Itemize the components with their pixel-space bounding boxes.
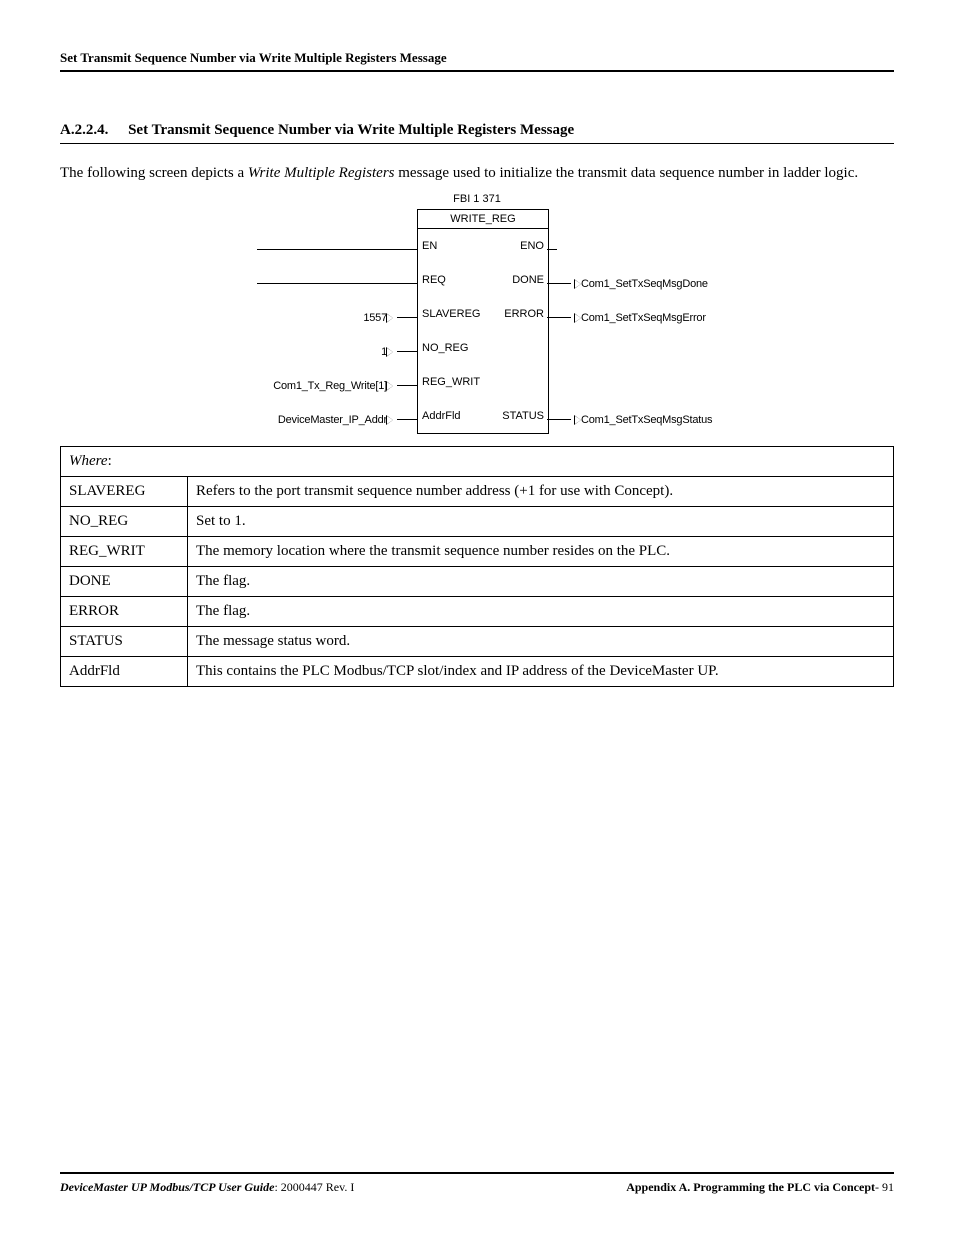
pin-error: ERROR [504, 308, 544, 320]
pin-status: STATUS [502, 410, 544, 422]
triangle-icon [575, 416, 581, 424]
wire-regwrit-in: Com1_Tx_Reg_Write[1] [237, 369, 417, 403]
slavereg-value: 1557 [363, 312, 387, 324]
desc-cell: The memory location where the transmit s… [188, 536, 894, 566]
triangle-icon [387, 382, 393, 390]
triangle-icon [387, 314, 393, 322]
addrfld-source: DeviceMaster_IP_Addr [278, 414, 387, 426]
footer-doc-rev: : 2000447 Rev. I [274, 1180, 354, 1194]
pin-eno: ENO [520, 240, 544, 252]
footer-right: Appendix A. Programming the PLC via Conc… [626, 1180, 894, 1195]
desc-cell: The flag. [188, 566, 894, 596]
table-row: NO_REG Set to 1. [61, 506, 894, 536]
table-row: DONE The flag. [61, 566, 894, 596]
term-cell: ERROR [61, 596, 188, 626]
pin-no-reg: NO_REG [422, 342, 468, 354]
term-cell: STATUS [61, 626, 188, 656]
desc-cell: This contains the PLC Modbus/TCP slot/in… [188, 656, 894, 686]
wire-eno-out [547, 233, 717, 267]
desc-cell: Refers to the port transmit sequence num… [188, 476, 894, 506]
status-dest: Com1_SetTxSeqMsgStatus [581, 414, 712, 426]
pin-req: REQ [422, 274, 446, 286]
pin-addrfld: AddrFld [422, 410, 461, 422]
section-title: Set Transmit Sequence Number via Write M… [128, 122, 574, 138]
wire-noreg-in: 1 [237, 335, 417, 369]
triangle-icon [575, 314, 581, 322]
term-cell: REG_WRIT [61, 536, 188, 566]
pin-done: DONE [512, 274, 544, 286]
triangle-icon [575, 280, 581, 288]
term-cell: SLAVEREG [61, 476, 188, 506]
wire-status-out: Com1_SetTxSeqMsgStatus [547, 403, 717, 437]
footer-doc-title: DeviceMaster UP Modbus/TCP User Guide [60, 1180, 274, 1194]
term-cell: DONE [61, 566, 188, 596]
regwrit-source: Com1_Tx_Reg_Write[1] [273, 380, 387, 392]
table-row: REG_WRIT The memory location where the t… [61, 536, 894, 566]
triangle-icon [387, 416, 393, 424]
desc-cell: Set to 1. [188, 506, 894, 536]
error-dest: Com1_SetTxSeqMsgError [581, 312, 706, 324]
section-number: A.2.2.4. [60, 122, 108, 138]
triangle-icon [387, 348, 393, 356]
desc-cell: The flag. [188, 596, 894, 626]
intro-paragraph: The following screen depicts a Write Mul… [60, 164, 894, 183]
definitions-table: Where: SLAVEREG Refers to the port trans… [60, 446, 894, 687]
page-footer: DeviceMaster UP Modbus/TCP User Guide: 2… [60, 1172, 894, 1195]
where-label: Where [69, 453, 108, 469]
ladder-figure: FBI 1 371 WRITE_REG EN ENO REQ [237, 193, 717, 434]
wire-req-in [237, 267, 417, 301]
term-cell: AddrFld [61, 656, 188, 686]
table-row: SLAVEREG Refers to the port transmit seq… [61, 476, 894, 506]
footer-appendix: Appendix A. Programming the PLC via Conc… [626, 1180, 875, 1194]
function-block: WRITE_REG EN ENO REQ DONE SLAVER [417, 209, 549, 434]
wire-addrfld-in: DeviceMaster_IP_Addr [237, 403, 417, 437]
term-cell: NO_REG [61, 506, 188, 536]
wire-en-in [237, 233, 417, 267]
done-dest: Com1_SetTxSeqMsgDone [581, 278, 708, 290]
pin-slavereg: SLAVEREG [422, 308, 481, 320]
running-header: Set Transmit Sequence Number via Write M… [60, 50, 894, 72]
where-header: Where: [61, 446, 894, 476]
wire-error-out: Com1_SetTxSeqMsgError [547, 301, 717, 335]
function-block-label: FBI 1 371 [237, 193, 717, 205]
intro-em: Write Multiple Registers [248, 165, 395, 181]
desc-cell: The message status word. [188, 626, 894, 656]
table-row: AddrFld This contains the PLC Modbus/TCP… [61, 656, 894, 686]
table-row: ERROR The flag. [61, 596, 894, 626]
intro-post: message used to initialize the transmit … [395, 165, 859, 181]
wire-done-out: Com1_SetTxSeqMsgDone [547, 267, 717, 301]
pin-en: EN [422, 240, 437, 252]
function-block-type: WRITE_REG [418, 210, 548, 229]
pin-reg-writ: REG_WRIT [422, 376, 480, 388]
intro-pre: The following screen depicts a [60, 165, 248, 181]
wire-slavereg-in: 1557 [237, 301, 417, 335]
table-row: STATUS The message status word. [61, 626, 894, 656]
section-heading: A.2.2.4. Set Transmit Sequence Number vi… [60, 122, 894, 144]
footer-page-num: - 91 [875, 1180, 894, 1194]
footer-left: DeviceMaster UP Modbus/TCP User Guide: 2… [60, 1180, 354, 1195]
